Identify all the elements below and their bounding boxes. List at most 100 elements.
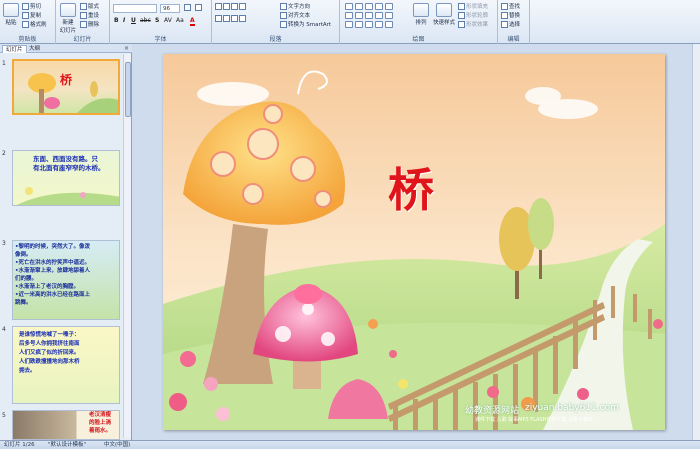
bullets-button[interactable]	[215, 3, 247, 10]
italic-button[interactable]: I	[123, 17, 125, 24]
char-spacing-button[interactable]: AV	[164, 17, 172, 24]
paragraph-group-label: 段落	[269, 36, 282, 43]
slides-group-label: 幻灯片	[73, 36, 92, 43]
layout-button[interactable]: 版式	[80, 2, 99, 10]
indent-icon	[231, 3, 238, 10]
outdent-icon	[239, 3, 246, 10]
slide-thumb-5[interactable]: 老汉清瘦 的脸上淌 着雨水。	[12, 410, 120, 440]
binoculars-icon	[501, 3, 508, 10]
thumbnail-scroll-thumb[interactable]	[125, 62, 131, 117]
thumbnail-scrollbar[interactable]	[123, 54, 131, 438]
thumb-number: 2	[2, 150, 6, 157]
underline-button[interactable]: U	[131, 17, 136, 24]
shadow-button[interactable]: S	[155, 17, 159, 24]
tab-slides[interactable]: 幻灯片	[2, 45, 27, 53]
slide-canvas-area: 桥 幼教资源网站 ziyuan.baby611.com 课件下载 儿歌 故事MP…	[133, 44, 700, 440]
slide-thumb-3[interactable]: •黎明的时候，突然大了。像泼 像倒。 •死亡在洪水的狞笑声中逼近。 •水渐渐窜上…	[12, 240, 120, 320]
layout-icon	[80, 3, 87, 10]
block-arrow-shape-icon[interactable]	[365, 21, 373, 28]
thumb-4-text: 是谁惊慌地喊了一嗓子： 后多号人你拥我挤往南面 人们又疯了似的折回来。 人们跌跌…	[19, 332, 80, 374]
slide-title[interactable]: 桥	[388, 154, 434, 220]
drawing-group-label: 绘图	[412, 36, 425, 43]
rectangle-shape-icon[interactable]	[345, 3, 353, 10]
textbox-shape-icon[interactable]	[355, 21, 363, 28]
font-size-combo[interactable]: 96	[160, 4, 180, 13]
more-shapes-icon[interactable]	[385, 12, 393, 19]
new-slide-button[interactable]: 新建 幻灯片	[58, 3, 78, 34]
shrink-font-button[interactable]	[195, 4, 203, 11]
quick-styles-icon	[436, 3, 452, 17]
watermark-subtitle: 课件下载 儿歌 故事MP3 FLASH课件下载 试卷下载库	[475, 417, 594, 423]
smile-shape-icon[interactable]	[385, 21, 393, 28]
rounded-rect-shape-icon[interactable]	[345, 21, 353, 28]
oval-shape-icon[interactable]	[375, 3, 383, 10]
slide-thumb-2[interactable]: 东面、西面没有路。只 有北面有座窄窄的木桥。	[12, 150, 120, 206]
callout-shape-icon[interactable]	[365, 12, 373, 19]
brush-icon	[22, 21, 29, 28]
cursor-icon	[501, 21, 508, 28]
shrink-font-icon	[195, 4, 202, 11]
thumb-2-art	[17, 187, 119, 205]
reset-icon	[80, 12, 87, 19]
watermark-url: ziyuan.baby611.com	[525, 403, 619, 413]
format-painter-button[interactable]: 格式刷	[22, 20, 47, 28]
current-slide[interactable]: 桥 幼教资源网站 ziyuan.baby611.com 课件下载 儿歌 故事MP…	[163, 54, 665, 430]
change-case-button[interactable]: Aa	[176, 17, 184, 24]
grow-font-button[interactable]	[184, 4, 192, 11]
find-button[interactable]: 查找	[501, 2, 520, 10]
align-text-icon	[280, 12, 287, 19]
quick-styles-button[interactable]: 快速样式	[432, 3, 456, 26]
slide-vertical-scrollbar[interactable]	[692, 44, 700, 440]
line-shape-icon[interactable]	[355, 3, 363, 10]
tab-outline[interactable]: 大纲	[26, 45, 43, 53]
align-buttons[interactable]	[215, 15, 247, 22]
shape-effects-button[interactable]: 形状效果	[458, 20, 488, 28]
strikethrough-button[interactable]: abc	[140, 17, 151, 24]
arrow-shape-icon[interactable]	[365, 3, 373, 10]
shapes-gallery[interactable]	[344, 3, 394, 30]
clipboard-group: 粘贴 剪切 复制 格式刷 剪贴板	[0, 0, 56, 44]
paragraph-group: 文字方向 对齐文本 转换为 SmartArt 段落	[212, 0, 340, 44]
effects-icon	[458, 21, 465, 28]
slide-thumbnail-panel: 幻灯片 大纲 × 1 桥 2 东面、西面没有路。只 有北面有座窄窄的木桥。 3 …	[0, 44, 132, 440]
reset-button[interactable]: 重设	[80, 11, 99, 19]
font-color-button[interactable]: A	[190, 17, 195, 26]
close-icon[interactable]: ×	[124, 45, 129, 52]
editing-group-label: 编辑	[507, 36, 520, 43]
font-name-combo[interactable]	[113, 4, 157, 13]
text-direction-button[interactable]: 文字方向	[280, 2, 310, 10]
justify-icon	[239, 15, 246, 22]
paste-button[interactable]: 粘贴	[2, 3, 20, 26]
triangle-shape-icon[interactable]	[385, 3, 393, 10]
delete-slide-button[interactable]: 删除	[80, 20, 99, 28]
thumb-5-text: 老汉清瘦 的脸上淌 着雨水。	[89, 412, 112, 434]
smartart-icon	[280, 21, 287, 28]
star-shape-icon[interactable]	[355, 12, 363, 19]
scissors-icon	[22, 3, 29, 10]
copy-icon	[22, 12, 29, 19]
align-center-icon	[223, 15, 230, 22]
brace-shape-icon[interactable]	[375, 12, 383, 19]
slide-thumb-4[interactable]: 是谁惊慌地喊了一嗓子： 后多号人你拥我挤往南面 人们又疯了似的折回来。 人们跌跌…	[12, 326, 120, 404]
select-button[interactable]: 选择	[501, 20, 520, 28]
pen-icon	[458, 12, 465, 19]
drawing-group: 排列 快速样式 形状填充 形状轮廓 形状效果 绘图	[340, 0, 498, 44]
thumb-1-title: 桥	[60, 73, 73, 87]
thumb-3-text: •黎明的时候，突然大了。像泼 像倒。 •死亡在洪水的狞笑声中逼近。 •水渐渐窜上…	[15, 244, 91, 306]
slide-thumb-1[interactable]: 桥	[12, 59, 120, 115]
shape-fill-button[interactable]: 形状填充	[458, 2, 488, 10]
bold-button[interactable]: B	[114, 17, 119, 24]
bullets-icon	[215, 3, 222, 10]
shape-outline-button[interactable]: 形状轮廓	[458, 11, 488, 19]
replace-button[interactable]: 替换	[501, 11, 520, 19]
curve-shape-icon[interactable]	[345, 12, 353, 19]
thumb-number: 1	[2, 60, 6, 67]
align-text-button[interactable]: 对齐文本	[280, 11, 310, 19]
copy-button[interactable]: 复制	[22, 11, 41, 19]
arrange-button[interactable]: 排列	[412, 3, 430, 26]
heart-shape-icon[interactable]	[375, 21, 383, 28]
align-right-icon	[231, 15, 238, 22]
smartart-button[interactable]: 转换为 SmartArt	[280, 20, 331, 28]
slides-group: 新建 幻灯片 版式 重设 删除 幻灯片	[56, 0, 110, 44]
cut-button[interactable]: 剪切	[22, 2, 41, 10]
